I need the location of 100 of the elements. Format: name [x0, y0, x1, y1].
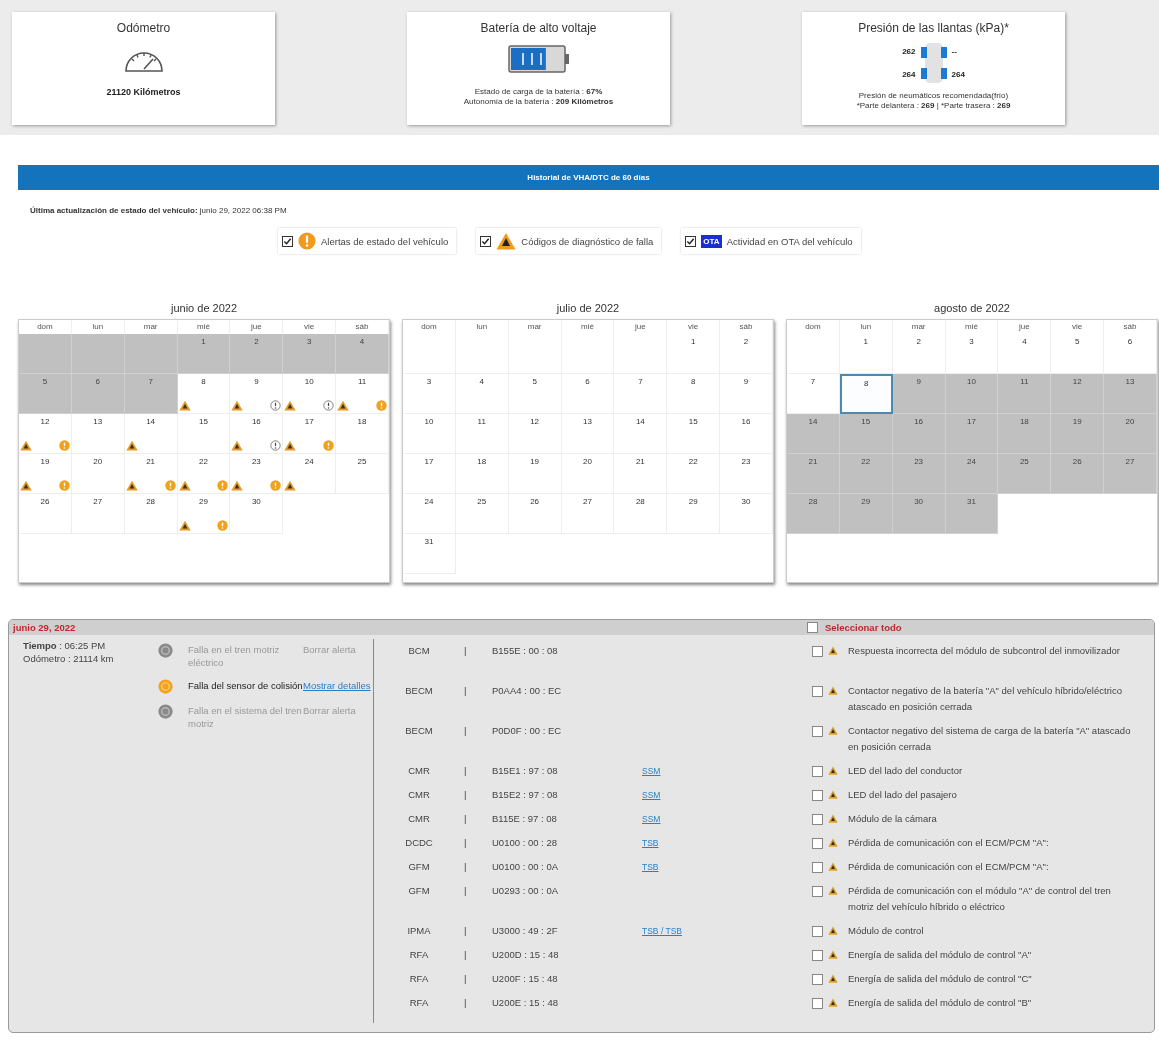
calendar-day[interactable]: 28 [614, 494, 668, 534]
calendar-day[interactable]: 26 [19, 494, 72, 534]
document-link[interactable]: TSB [642, 838, 659, 848]
warning-icon [231, 440, 244, 451]
checkbox[interactable] [812, 790, 823, 801]
calendar-day[interactable]: 21 [614, 454, 668, 494]
calendar-day[interactable]: 26 [508, 494, 562, 534]
day-number: 22 [199, 457, 208, 466]
checkbox[interactable] [812, 926, 823, 937]
filter-toggle[interactable]: Alertas de estado del vehículo [278, 228, 457, 254]
module-name: BCM [407, 645, 431, 656]
warning-icon [231, 400, 244, 411]
select-all-toggle[interactable]: Seleccionar todo [807, 622, 902, 633]
checkbox[interactable] [807, 622, 818, 633]
calendar-day[interactable]: 24 [403, 494, 456, 534]
calendar-day[interactable]: 5 [508, 374, 562, 414]
calendar-day[interactable]: 9 [230, 374, 284, 414]
checkbox[interactable] [812, 998, 823, 1009]
filter-toggle[interactable]: Códigos de diagnóstico de falla [476, 228, 662, 254]
calendar-day[interactable]: 13 [561, 414, 615, 454]
alert-text: Falla en el tren motriz eléctrico [187, 643, 281, 669]
calendar-day[interactable]: 1 [667, 334, 721, 374]
checkbox[interactable] [282, 235, 293, 247]
document-link[interactable]: TSB [642, 862, 659, 872]
calendar-day[interactable]: 17 [283, 414, 337, 454]
calendar-day[interactable]: 30 [230, 494, 284, 534]
calendar-day[interactable]: 13 [71, 414, 125, 454]
calendar-day[interactable]: 20 [71, 454, 125, 494]
checkbox[interactable] [812, 862, 823, 873]
module-name: CMR [407, 813, 431, 824]
calendar-day[interactable]: 11 [455, 414, 509, 454]
checkbox[interactable] [812, 766, 823, 777]
alert-icon [58, 480, 70, 491]
calendar-day[interactable]: 28 [124, 494, 178, 534]
calendar-day[interactable]: 21 [124, 454, 178, 494]
day-number: 14 [635, 417, 645, 426]
checkbox[interactable] [480, 235, 492, 247]
calendar-day[interactable]: 9 [720, 374, 773, 414]
calendar-day[interactable]: 7 [614, 374, 668, 414]
alert-text: Falla en el sistema del tren motriz [187, 704, 303, 730]
alert-icon [323, 400, 335, 411]
calendar-day[interactable]: 19 [19, 454, 72, 494]
checkbox[interactable] [812, 686, 823, 697]
calendar-day[interactable]: 27 [561, 494, 615, 534]
calendar-day[interactable]: 2 [720, 334, 773, 374]
calendar-day[interactable]: 6 [561, 374, 615, 414]
checkbox[interactable] [812, 974, 823, 985]
day-number: 27 [1125, 457, 1135, 466]
calendar-day[interactable]: 19 [508, 454, 562, 494]
calendar-day[interactable]: 23 [230, 454, 284, 494]
checkbox[interactable] [812, 950, 823, 961]
tire-info: *Parte delantera : 269 | *Parte trasera : 269 [856, 101, 1011, 111]
calendar-day[interactable]: 10 [403, 414, 456, 454]
calendar-day[interactable]: 18 [455, 454, 509, 494]
day-number: 2 [916, 337, 921, 346]
alert-icon [323, 440, 335, 451]
calendar-day[interactable]: 3 [403, 374, 456, 414]
checkbox[interactable] [812, 838, 823, 849]
calendar-day[interactable]: 31 [403, 534, 456, 574]
calendar-day[interactable]: 10 [283, 374, 337, 414]
calendar-day[interactable]: 30 [720, 494, 773, 534]
calendar-day[interactable]: 17 [403, 454, 456, 494]
calendar-day[interactable]: 15 [667, 414, 721, 454]
calendar-day[interactable]: 16 [230, 414, 284, 454]
calendar-day[interactable]: 25 [455, 494, 509, 534]
checkbox[interactable] [812, 726, 823, 737]
day-number: 26 [530, 497, 540, 506]
calendar-day[interactable]: 27 [71, 494, 125, 534]
calendar-day[interactable]: 20 [561, 454, 615, 494]
calendar-day[interactable]: 25 [336, 454, 389, 494]
calendar-day[interactable]: 15 [177, 414, 231, 454]
calendar-day[interactable]: 29 [177, 494, 231, 534]
document-link[interactable]: TSB / TSB [642, 926, 682, 936]
calendar-day[interactable]: 16 [720, 414, 773, 454]
alert-action-link[interactable]: Mostrar detalles [303, 679, 373, 694]
calendar-day[interactable]: 8 [667, 374, 721, 414]
calendar-day[interactable]: 12 [19, 414, 72, 454]
checkbox[interactable] [812, 814, 823, 825]
calendar-day[interactable]: 8 [839, 374, 893, 414]
calendar-day[interactable]: 4 [455, 374, 509, 414]
calendar-day[interactable]: 18 [336, 414, 389, 454]
calendar-day[interactable]: 11 [336, 374, 389, 414]
calendar-day[interactable]: 24 [283, 454, 337, 494]
module-name: RFA [408, 949, 430, 960]
calendar-day[interactable]: 14 [614, 414, 668, 454]
day-number: 22 [688, 457, 698, 466]
checkbox[interactable] [685, 235, 697, 247]
checkbox[interactable] [812, 646, 823, 657]
calendar-day[interactable]: 22 [667, 454, 721, 494]
calendar-day[interactable]: 22 [177, 454, 231, 494]
calendar-day[interactable]: 12 [508, 414, 562, 454]
day-number: 4 [479, 377, 484, 386]
checkbox[interactable] [812, 886, 823, 897]
weekday-label: vie [1051, 320, 1105, 334]
calendar-day[interactable]: 14 [124, 414, 178, 454]
filter-toggle[interactable]: OTA Actividad en OTA del vehículo [681, 228, 861, 254]
calendar-day[interactable]: 29 [667, 494, 721, 534]
day-number: 25 [1019, 457, 1029, 466]
calendar-day[interactable]: 8 [177, 374, 231, 414]
calendar-day[interactable]: 23 [720, 454, 773, 494]
